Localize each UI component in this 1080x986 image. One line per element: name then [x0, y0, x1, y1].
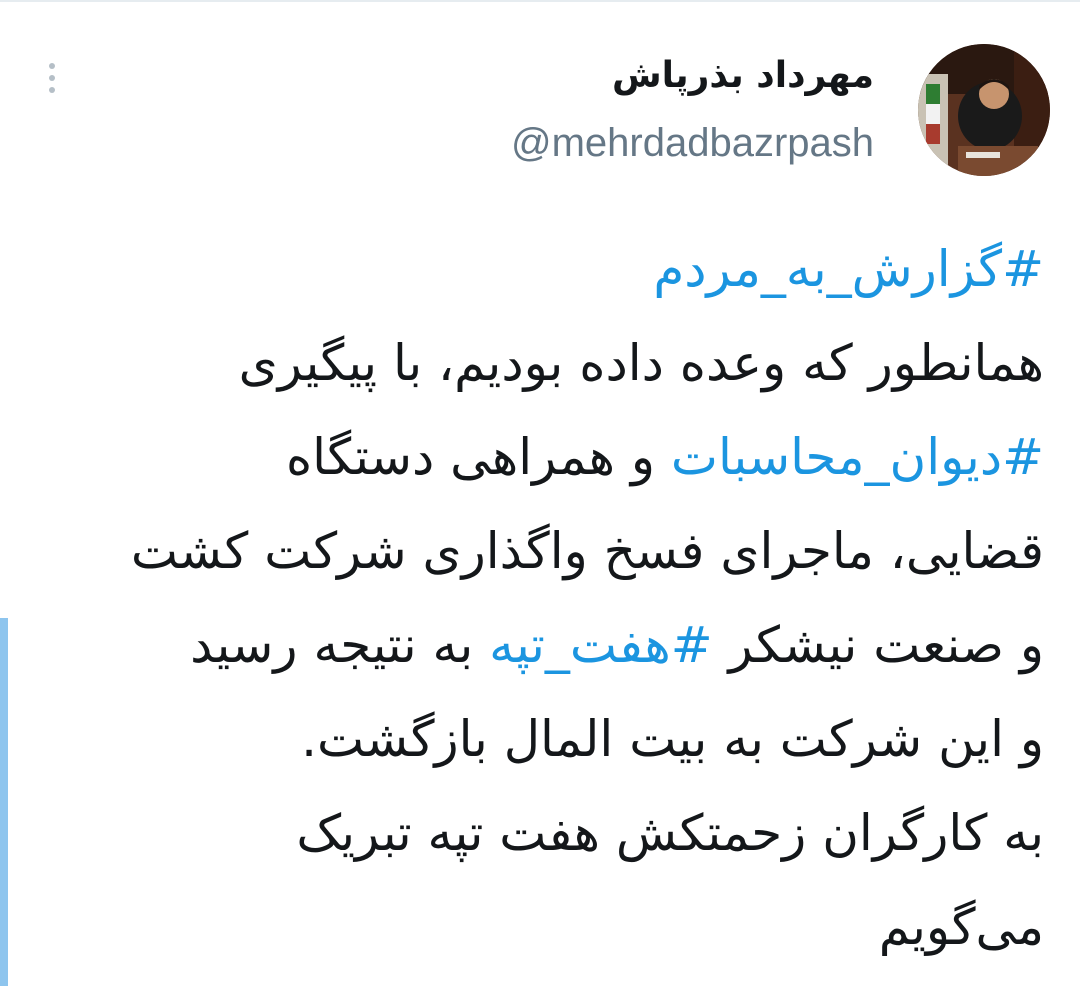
- more-vertical-icon-dot: [49, 87, 55, 93]
- profile-photo-icon: [918, 44, 1050, 176]
- tweet-text-segment: و همراهی دستگاه: [285, 428, 671, 486]
- tweet-line: همانطور که وعده داده بودیم، با پیگیری: [34, 316, 1044, 410]
- tweet-text-segment: قضایی، ماجرای فسخ واگذاری شرکت کشت: [130, 522, 1044, 580]
- thread-indicator-bar: [0, 618, 8, 986]
- tweet-text: #گزارش_به_مردم همانطور که وعده داده بودیم…: [34, 222, 1044, 974]
- tweet-line: و این شرکت به بیت المال بازگشت.: [34, 692, 1044, 786]
- tweet-text-segment: به نتیجه رسید: [190, 616, 490, 674]
- tweet-line: و صنعت نیشکر #هفت_تپه به نتیجه رسید: [34, 598, 1044, 692]
- tweet-text-segment: همانطور که وعده داده بودیم، با پیگیری: [238, 334, 1044, 392]
- tweet-line: به کارگران زحمتکش هفت تپه تبریک: [34, 786, 1044, 880]
- tweet-line: #دیوان_محاسبات و همراهی دستگاه: [34, 410, 1044, 504]
- avatar[interactable]: [918, 44, 1050, 176]
- hashtag-link[interactable]: #دیوان_محاسبات: [671, 428, 1044, 486]
- tweet-text-segment: می‌گویم: [878, 898, 1044, 956]
- more-options-button[interactable]: [34, 56, 70, 100]
- tweet-text-segment: و این شرکت به بیت المال بازگشت.: [301, 710, 1044, 768]
- tweet-line: #گزارش_به_مردم: [34, 222, 1044, 316]
- tweet-line: می‌گویم: [34, 880, 1044, 974]
- hashtag-link[interactable]: #گزارش_به_مردم: [653, 240, 1044, 298]
- hashtag-link[interactable]: #هفت_تپه: [489, 616, 712, 674]
- more-vertical-icon-dot: [49, 75, 55, 81]
- top-divider: [0, 0, 1080, 2]
- user-display-name[interactable]: مهرداد بذرپاش: [612, 52, 874, 100]
- more-vertical-icon: [49, 63, 55, 69]
- tweet-text-segment: و صنعت نیشکر: [712, 616, 1044, 674]
- user-handle[interactable]: @mehrdadbazrpash: [511, 118, 874, 168]
- tweet-text-segment: به کارگران زحمتکش هفت تپه تبریک: [296, 804, 1044, 862]
- tweet-line: قضایی، ماجرای فسخ واگذاری شرکت کشت: [34, 504, 1044, 598]
